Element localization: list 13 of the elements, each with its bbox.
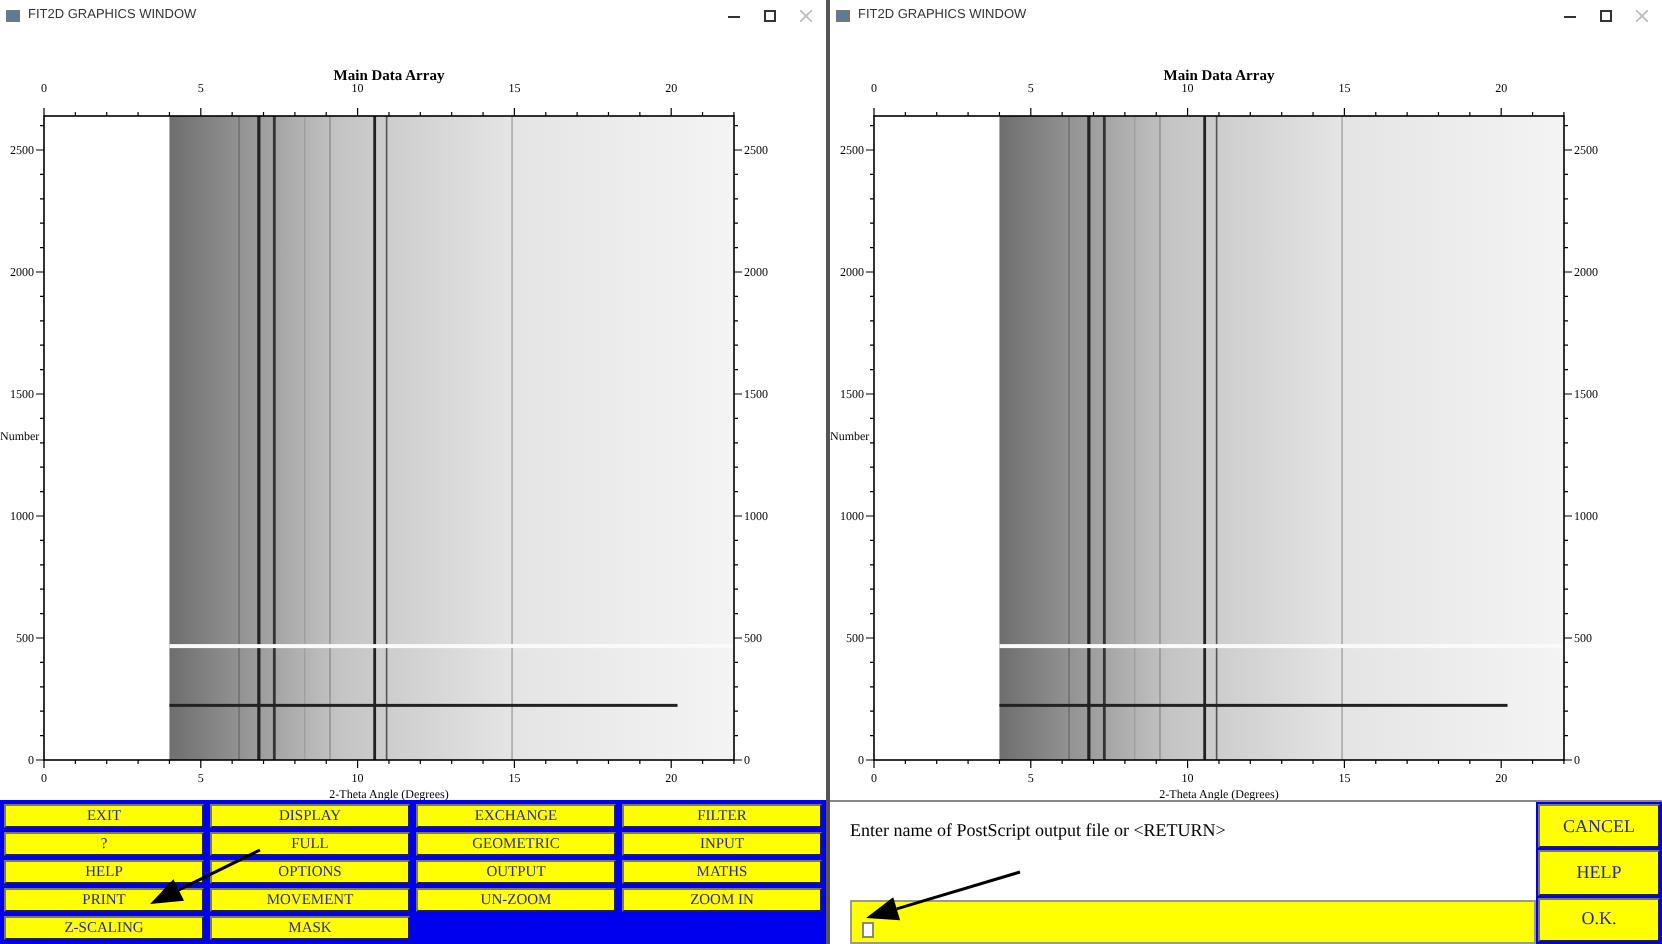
app-icon (836, 10, 850, 22)
dialog-button[interactable]: O.K. (1538, 897, 1660, 942)
prompt-text: Enter name of PostScript output file or <RETURN> (850, 818, 1228, 844)
minimize-icon[interactable] (1564, 15, 1576, 17)
dialog-button[interactable]: HELP (1538, 850, 1660, 896)
maximize-icon[interactable] (764, 10, 776, 22)
text-cursor (862, 922, 874, 938)
dialog-button[interactable]: CANCEL (1538, 804, 1660, 849)
app-icon (6, 10, 20, 22)
maximize-icon[interactable] (1600, 10, 1612, 22)
minimize-icon[interactable] (728, 15, 740, 17)
input-field[interactable] (850, 900, 1536, 944)
pointer-arrow (150, 848, 261, 904)
